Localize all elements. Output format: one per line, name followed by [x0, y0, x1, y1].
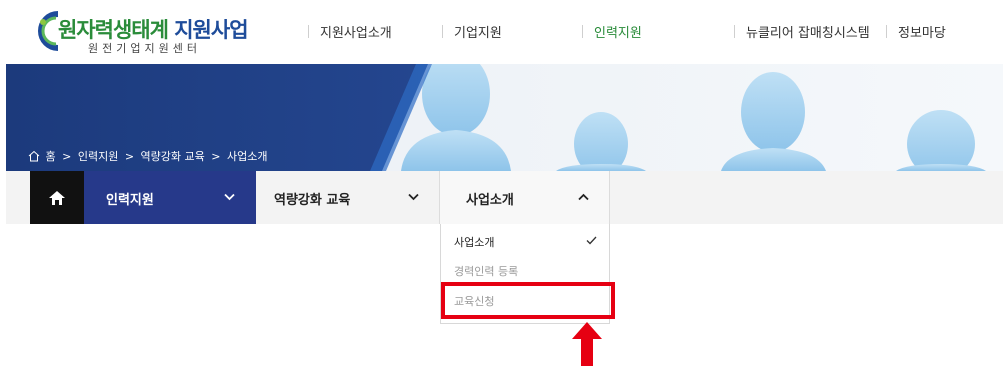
nav-item-company-support[interactable]: 기업지원	[442, 22, 502, 41]
breadcrumb-separator: >	[124, 150, 135, 163]
breadcrumb-level1[interactable]: 인력지원	[78, 150, 118, 163]
subnav-level2-label: 역량강화 교육	[274, 193, 351, 208]
nav-item-business-intro[interactable]: 지원사업소개	[308, 22, 392, 41]
logo-subtitle: 원전기업지원센터	[88, 42, 201, 55]
arrow-up-icon	[572, 322, 602, 366]
subnav-level3-dropdown[interactable]: 사업소개	[440, 171, 610, 224]
chevron-up-icon	[578, 193, 589, 201]
subnav-level3-label: 사업소개	[466, 193, 514, 208]
home-icon	[49, 190, 65, 205]
menu-item-career-registration[interactable]: 경력인력 등록	[454, 263, 518, 279]
subnav-level1-label: 인력지원	[106, 193, 154, 208]
logo-title-blue: 지원사업	[174, 18, 248, 42]
breadcrumb-level2[interactable]: 역량강화 교육	[141, 150, 205, 163]
subnav-level1-dropdown[interactable]: 인력지원	[84, 171, 256, 224]
check-icon	[586, 236, 597, 245]
highlight-box	[441, 282, 615, 319]
breadcrumb: 홈 > 인력지원 > 역량강화 교육 > 사업소개	[28, 148, 270, 164]
nav-item-job-matching[interactable]: 뉴클리어 잡매칭시스템	[734, 22, 870, 41]
sub-navigation-bar: 인력지원 역량강화 교육 사업소개	[6, 171, 1003, 224]
subnav-home-button[interactable]	[30, 171, 84, 224]
menu-item-business-intro[interactable]: 사업소개	[454, 234, 494, 250]
nav-item-info-board[interactable]: 정보마당	[886, 22, 946, 41]
breadcrumb-separator: >	[62, 150, 72, 163]
home-icon[interactable]	[28, 150, 40, 162]
chevron-down-icon	[224, 193, 235, 201]
breadcrumb-level3[interactable]: 사업소개	[227, 150, 267, 163]
breadcrumb-home[interactable]: 홈	[46, 150, 56, 163]
subnav-level2-dropdown[interactable]: 역량강화 교육	[256, 171, 440, 224]
breadcrumb-separator: >	[211, 150, 221, 163]
chevron-down-icon	[408, 193, 419, 201]
site-logo[interactable]: 원자력생태계 지원사업 원전기업지원센터	[32, 8, 249, 56]
logo-title-green: 원자력생태계	[58, 18, 169, 42]
nav-item-workforce-support[interactable]: 인력지원	[582, 22, 642, 41]
site-header: 원자력생태계 지원사업 원전기업지원센터 지원사업소개 기업지원 인력지원 뉴클…	[0, 0, 1003, 64]
